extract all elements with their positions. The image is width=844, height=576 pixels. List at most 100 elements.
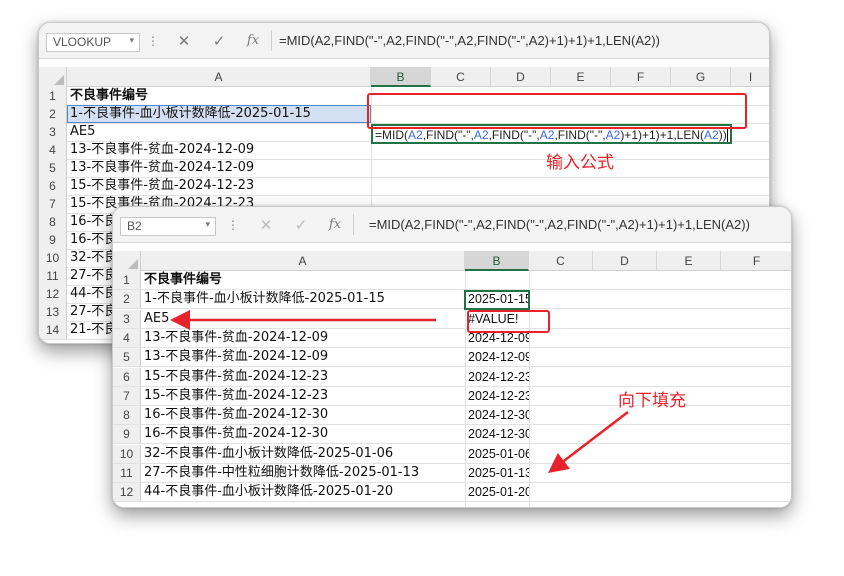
table-row: 12 44-不良事件-血小板计数降低-2025-01-20 2025-01-20 (113, 483, 791, 503)
formula-token: ,FIND("-", (422, 128, 474, 142)
worksheet-grid[interactable]: A B C D E F 1 不良事件编号 2 1-不良事件-血小板计数降低-2025-01-15 2… (113, 251, 791, 507)
cell-a4[interactable]: 13-不良事件-贫血-2024-12-09 (67, 141, 371, 159)
column-header-c[interactable]: C (529, 251, 593, 271)
cell-b7[interactable]: 2024-12-23 (465, 387, 529, 405)
name-box-value: VLOOKUP (53, 35, 112, 49)
column-header-b[interactable]: B (371, 67, 431, 87)
row-header[interactable]: 9 (39, 231, 67, 249)
check-icon[interactable]: ✓ (209, 31, 229, 51)
table-row: 1 不良事件编号 (113, 271, 791, 290)
more-dots-icon: ⋮ (147, 34, 159, 48)
formula-token: A2 (473, 128, 489, 142)
row-header[interactable]: 9 (113, 425, 141, 444)
cell-a6[interactable]: 15-不良事件-贫血-2024-12-23 (141, 368, 465, 386)
formula-token: )+1)+1)+1,LEN( (620, 128, 705, 142)
row-header[interactable]: 14 (39, 321, 67, 339)
row-header[interactable]: 4 (39, 141, 67, 159)
row-header[interactable]: 12 (113, 483, 141, 502)
name-box[interactable]: VLOOKUP ▾ (46, 33, 140, 52)
row-header[interactable]: 2 (113, 290, 141, 309)
cell-a11[interactable]: 27-不良事件-中性粒细胞计数降低-2025-01-13 (141, 464, 465, 482)
cell-a6[interactable]: 15-不良事件-贫血-2024-12-23 (67, 177, 371, 195)
cell-a9[interactable]: 16-不良事件-贫血-2024-12-30 (141, 425, 465, 443)
column-header-f[interactable]: F (611, 67, 671, 87)
insert-function-icon[interactable]: fx (325, 215, 345, 235)
row-header[interactable]: 6 (39, 177, 67, 195)
cancel-x-icon[interactable]: ✕ (256, 215, 276, 235)
row-header[interactable]: 11 (113, 464, 141, 482)
column-header-d[interactable]: D (593, 251, 657, 271)
row-header[interactable]: 3 (39, 123, 67, 141)
row-header[interactable]: 8 (113, 406, 141, 425)
cell-b1[interactable] (465, 271, 529, 289)
column-header-a[interactable]: A (67, 67, 371, 87)
formula-divider (353, 214, 354, 235)
formula-token: A2 (605, 128, 621, 142)
row-header[interactable]: 3 (113, 309, 141, 328)
cell-a4[interactable]: 13-不良事件-贫血-2024-12-09 (141, 329, 465, 347)
formula-input[interactable]: =MID(A2,FIND("-",A2,FIND("-",A2,FIND("-"… (369, 215, 750, 235)
column-header-d[interactable]: D (491, 67, 551, 87)
cell-a3[interactable]: AE5 (141, 310, 465, 328)
cell-a1[interactable]: 不良事件编号 (141, 271, 465, 289)
row-header[interactable]: 6 (113, 367, 141, 386)
name-box[interactable]: B2 ▾ (120, 217, 216, 236)
table-row: 6 15-不良事件-贫血-2024-12-23 (39, 177, 769, 196)
row-header[interactable]: 5 (113, 348, 141, 367)
insert-function-icon[interactable]: fx (243, 31, 263, 51)
column-header-g[interactable]: G (671, 67, 731, 87)
cell-b6[interactable]: 2024-12-23 (465, 368, 529, 386)
row-header[interactable]: 5 (39, 159, 67, 177)
table-row: 9 16-不良事件-贫血-2024-12-30 2024-12-30 (113, 425, 791, 445)
cancel-x-icon[interactable]: ✕ (174, 31, 194, 51)
row-header[interactable]: 7 (39, 195, 67, 213)
more-dots-icon: ⋮ (227, 218, 239, 232)
select-all-corner[interactable] (113, 251, 141, 271)
cell-b10[interactable]: 2025-01-06 (465, 445, 529, 463)
row-header[interactable]: 2 (39, 105, 67, 123)
chevron-down-icon[interactable]: ▾ (129, 35, 134, 46)
row-header[interactable]: 11 (39, 267, 67, 285)
cell-b9[interactable]: 2024-12-30 (465, 425, 529, 443)
formula-input[interactable]: =MID(A2,FIND("-",A2,FIND("-",A2,FIND("-"… (279, 31, 660, 51)
cell-a8[interactable]: 16-不良事件-贫血-2024-12-30 (141, 406, 465, 424)
check-icon[interactable]: ✓ (291, 215, 311, 235)
column-header-i[interactable]: I (731, 67, 769, 87)
cell-a2[interactable]: 1-不良事件-血小板计数降低-2025-01-15 (141, 290, 465, 308)
cell-b5[interactable]: 2024-12-09 (465, 348, 529, 366)
row-header[interactable]: 4 (113, 328, 141, 347)
column-header-row: ABCDEFGI (39, 67, 769, 87)
row-header[interactable]: 1 (113, 271, 141, 289)
column-header-e[interactable]: E (551, 67, 611, 87)
cell-a12[interactable]: 44-不良事件-血小板计数降低-2025-01-20 (141, 483, 465, 501)
column-header-b[interactable]: B (465, 251, 529, 271)
select-all-corner[interactable] (39, 67, 67, 87)
cell-a7[interactable]: 15-不良事件-贫血-2024-12-23 (141, 387, 465, 405)
cell-a3[interactable]: AE5 (67, 123, 371, 141)
cell-b8[interactable]: 2024-12-30 (465, 406, 529, 424)
column-header-e[interactable]: E (657, 251, 721, 271)
column-header-c[interactable]: C (431, 67, 491, 87)
annotation-enter-formula: 输入公式 (546, 153, 614, 173)
cell-a10[interactable]: 32-不良事件-血小板计数降低-2025-01-06 (141, 445, 465, 463)
cell-a5[interactable]: 13-不良事件-贫血-2024-12-09 (141, 348, 465, 366)
column-header-f[interactable]: F (721, 251, 791, 271)
row-header[interactable]: 8 (39, 213, 67, 231)
cell-b12[interactable]: 2025-01-20 (465, 483, 529, 501)
row-header[interactable]: 1 (39, 87, 67, 105)
cell-a1[interactable]: 不良事件编号 (67, 87, 371, 105)
row-header[interactable]: 10 (39, 249, 67, 267)
row-header[interactable]: 12 (39, 285, 67, 303)
column-header-a[interactable]: A (141, 251, 465, 271)
chevron-down-icon[interactable]: ▾ (205, 219, 210, 230)
cell-a5[interactable]: 13-不良事件-贫血-2024-12-09 (67, 159, 371, 177)
formula-token: A2 (539, 128, 555, 142)
cell-b11[interactable]: 2025-01-13 (465, 464, 529, 482)
row-header[interactable]: 13 (39, 303, 67, 321)
row-header[interactable]: 7 (113, 386, 141, 405)
bottom-spreadsheet-window: B2 ▾ ⋮ ✕ ✓ fx =MID(A2,FIND("-",A2,FIND("… (112, 206, 792, 508)
table-row: 2 1-不良事件-血小板计数降低-2025-01-15 2025-01-15 (113, 290, 791, 310)
row-header[interactable]: 10 (113, 444, 141, 463)
formula-bar: B2 ▾ ⋮ ✕ ✓ fx =MID(A2,FIND("-",A2,FIND("… (113, 207, 791, 243)
cell-a2[interactable]: 1-不良事件-血小板计数降低-2025-01-15 (67, 105, 371, 123)
